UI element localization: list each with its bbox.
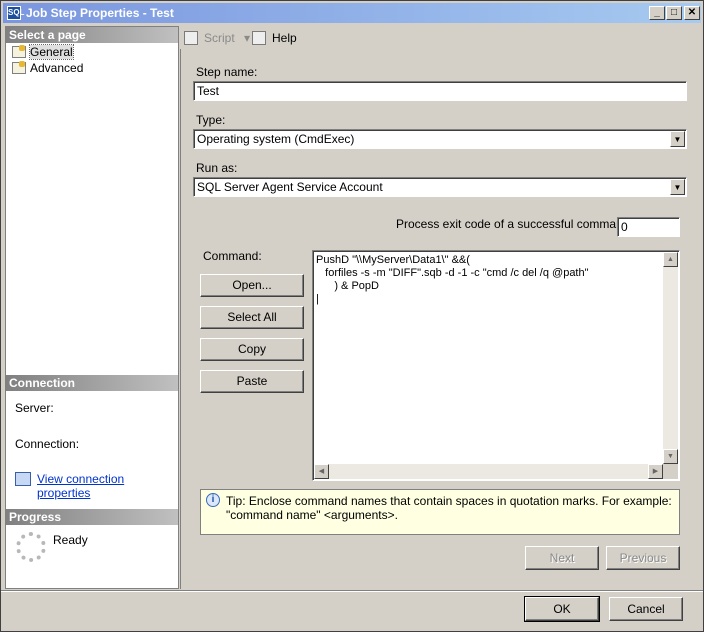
run-as-value: SQL Server Agent Service Account bbox=[197, 180, 383, 194]
progress-header: Progress bbox=[6, 509, 178, 525]
scroll-corner bbox=[663, 464, 678, 479]
title-bar[interactable]: SQL Job Step Properties - Test _ □ ✕ bbox=[3, 3, 701, 23]
select-page-header: Select a page bbox=[6, 27, 178, 43]
maximize-button[interactable]: □ bbox=[666, 6, 682, 20]
page-icon bbox=[12, 61, 26, 74]
exit-code-label: Process exit code of a successful comman… bbox=[396, 217, 633, 231]
minimize-button[interactable]: _ bbox=[649, 6, 665, 20]
panel-divider bbox=[180, 49, 181, 589]
vertical-scrollbar[interactable]: ▲ ▼ bbox=[663, 252, 678, 464]
page-item-general[interactable]: General bbox=[10, 44, 74, 60]
cancel-button[interactable]: Cancel bbox=[609, 597, 683, 621]
footer-divider bbox=[1, 590, 703, 592]
page-item-label: Advanced bbox=[30, 61, 84, 75]
window-title: Job Step Properties - Test bbox=[26, 6, 174, 20]
info-icon: i bbox=[206, 493, 220, 507]
tip-box: i Tip: Enclose command names that contai… bbox=[200, 489, 680, 535]
scroll-left-icon[interactable]: ◀ bbox=[314, 464, 329, 479]
ok-button[interactable]: OK bbox=[524, 596, 600, 622]
chevron-down-icon[interactable]: ▼ bbox=[670, 179, 685, 195]
connection-label: Connection: bbox=[15, 437, 80, 451]
type-value: Operating system (CmdExec) bbox=[197, 132, 355, 146]
help-button[interactable]: Help bbox=[252, 29, 297, 47]
type-select[interactable]: Operating system (CmdExec) ▼ bbox=[193, 129, 687, 149]
app-icon: SQL bbox=[7, 6, 24, 20]
command-text[interactable]: PushD "\\MyServer\Data1\" &&( forfiles -… bbox=[316, 254, 589, 306]
connection-properties-icon bbox=[15, 472, 31, 486]
server-label: Server: bbox=[15, 401, 54, 415]
type-label: Type: bbox=[196, 113, 226, 127]
connection-header: Connection bbox=[6, 375, 178, 391]
chevron-down-icon[interactable]: ▼ bbox=[670, 131, 685, 147]
select-all-button[interactable]: Select All bbox=[200, 306, 304, 329]
view-connection-properties-link[interactable]: View connection properties bbox=[37, 472, 178, 500]
script-icon bbox=[184, 31, 198, 45]
left-panel: Select a page General Advanced Connectio… bbox=[5, 26, 179, 589]
tip-text: Tip: Enclose command names that contain … bbox=[226, 494, 672, 522]
exit-code-input[interactable]: 0 bbox=[617, 217, 680, 237]
progress-spinner-icon bbox=[16, 532, 46, 562]
script-button[interactable]: Script ▾ bbox=[184, 29, 250, 47]
scroll-down-icon[interactable]: ▼ bbox=[663, 449, 678, 464]
script-label: Script bbox=[204, 31, 235, 45]
previous-button[interactable]: Previous bbox=[606, 546, 680, 570]
scroll-right-icon[interactable]: ▶ bbox=[648, 464, 663, 479]
run-as-label: Run as: bbox=[196, 161, 238, 175]
next-button[interactable]: Next bbox=[525, 546, 599, 570]
command-label: Command: bbox=[203, 249, 262, 263]
command-textarea[interactable]: PushD "\\MyServer\Data1\" &&( forfiles -… bbox=[312, 250, 680, 481]
help-label: Help bbox=[272, 31, 297, 45]
page-icon bbox=[12, 45, 26, 58]
step-name-input[interactable]: Test bbox=[193, 81, 687, 101]
run-as-select[interactable]: SQL Server Agent Service Account ▼ bbox=[193, 177, 687, 197]
copy-button[interactable]: Copy bbox=[200, 338, 304, 361]
script-dropdown-icon[interactable]: ▾ bbox=[244, 31, 250, 45]
close-button[interactable]: ✕ bbox=[684, 6, 700, 20]
scroll-up-icon[interactable]: ▲ bbox=[663, 252, 678, 267]
horizontal-scrollbar[interactable]: ◀ ▶ bbox=[314, 464, 663, 479]
job-step-properties-window: SQL Job Step Properties - Test _ □ ✕ Sel… bbox=[0, 0, 704, 632]
page-item-label: General bbox=[29, 44, 74, 60]
progress-status: Ready bbox=[53, 533, 88, 547]
open-button[interactable]: Open... bbox=[200, 274, 304, 297]
step-name-label: Step name: bbox=[196, 65, 258, 79]
help-icon bbox=[252, 31, 266, 45]
toolbar: Script ▾ Help bbox=[180, 26, 701, 48]
paste-button[interactable]: Paste bbox=[200, 370, 304, 393]
page-item-advanced[interactable]: Advanced bbox=[10, 60, 83, 76]
